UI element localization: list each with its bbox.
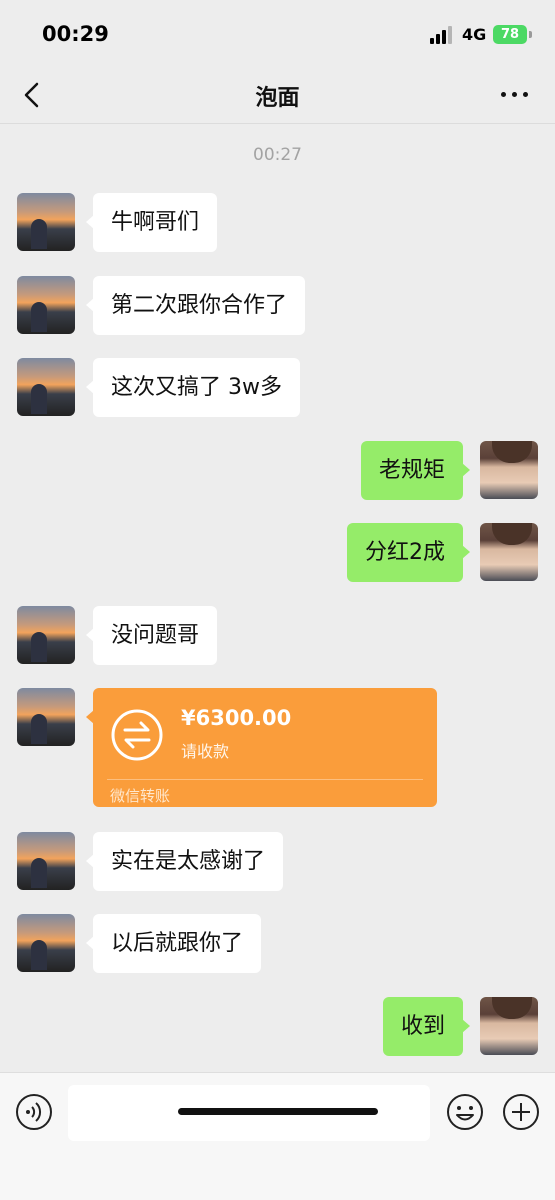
- nav-bar: 泡面: [0, 66, 555, 124]
- message-bubble-outgoing[interactable]: 收到: [382, 997, 471, 1056]
- message-bubble-outgoing[interactable]: 分红2成: [347, 523, 470, 582]
- emoji-icon[interactable]: [446, 1093, 484, 1131]
- my-avatar[interactable]: [480, 523, 538, 581]
- input-bar: [0, 1072, 555, 1200]
- transfer-card[interactable]: ¥6300.00 请收款 微信转账: [86, 688, 437, 807]
- status-bar: 00:29 4G 78: [0, 0, 555, 70]
- battery-icon: 78: [493, 25, 527, 44]
- message-bubble-outgoing[interactable]: 老规矩: [360, 441, 471, 500]
- contact-avatar[interactable]: [17, 914, 75, 972]
- contact-avatar[interactable]: [17, 276, 75, 334]
- message-timestamp: 00:27: [253, 145, 302, 165]
- contact-avatar[interactable]: [17, 606, 75, 664]
- transfer-icon: [111, 709, 163, 761]
- message-bubble-incoming[interactable]: 第二次跟你合作了: [85, 276, 306, 335]
- transfer-status: 请收款: [181, 742, 230, 761]
- message-bubble-incoming[interactable]: 以后就跟你了: [85, 914, 262, 973]
- contact-avatar[interactable]: [17, 688, 75, 746]
- signal-icon: [430, 26, 454, 44]
- battery-cap: [529, 31, 532, 38]
- chat-title: 泡面: [255, 86, 300, 111]
- network-label: 4G: [462, 25, 487, 44]
- message-bubble-incoming[interactable]: 这次又搞了 3w多: [86, 358, 300, 417]
- transfer-label: 微信转账: [110, 787, 171, 805]
- contact-avatar[interactable]: [17, 358, 75, 416]
- message-bubble-incoming[interactable]: 实在是太感谢了: [85, 832, 284, 891]
- contact-avatar[interactable]: [17, 832, 75, 890]
- message-bubble-incoming[interactable]: 没问题哥: [85, 606, 218, 665]
- transfer-divider: [107, 779, 423, 780]
- contact-avatar[interactable]: [17, 193, 75, 251]
- home-indicator[interactable]: [178, 1108, 378, 1115]
- my-avatar[interactable]: [480, 997, 538, 1055]
- more-icon[interactable]: [501, 92, 529, 98]
- voice-icon[interactable]: [15, 1093, 53, 1131]
- transfer-amount: ¥6300.00: [181, 706, 292, 730]
- plus-icon[interactable]: [502, 1093, 540, 1131]
- message-bubble-incoming[interactable]: 牛啊哥们: [85, 193, 218, 252]
- my-avatar[interactable]: [480, 441, 538, 499]
- status-time: 00:29: [42, 22, 109, 46]
